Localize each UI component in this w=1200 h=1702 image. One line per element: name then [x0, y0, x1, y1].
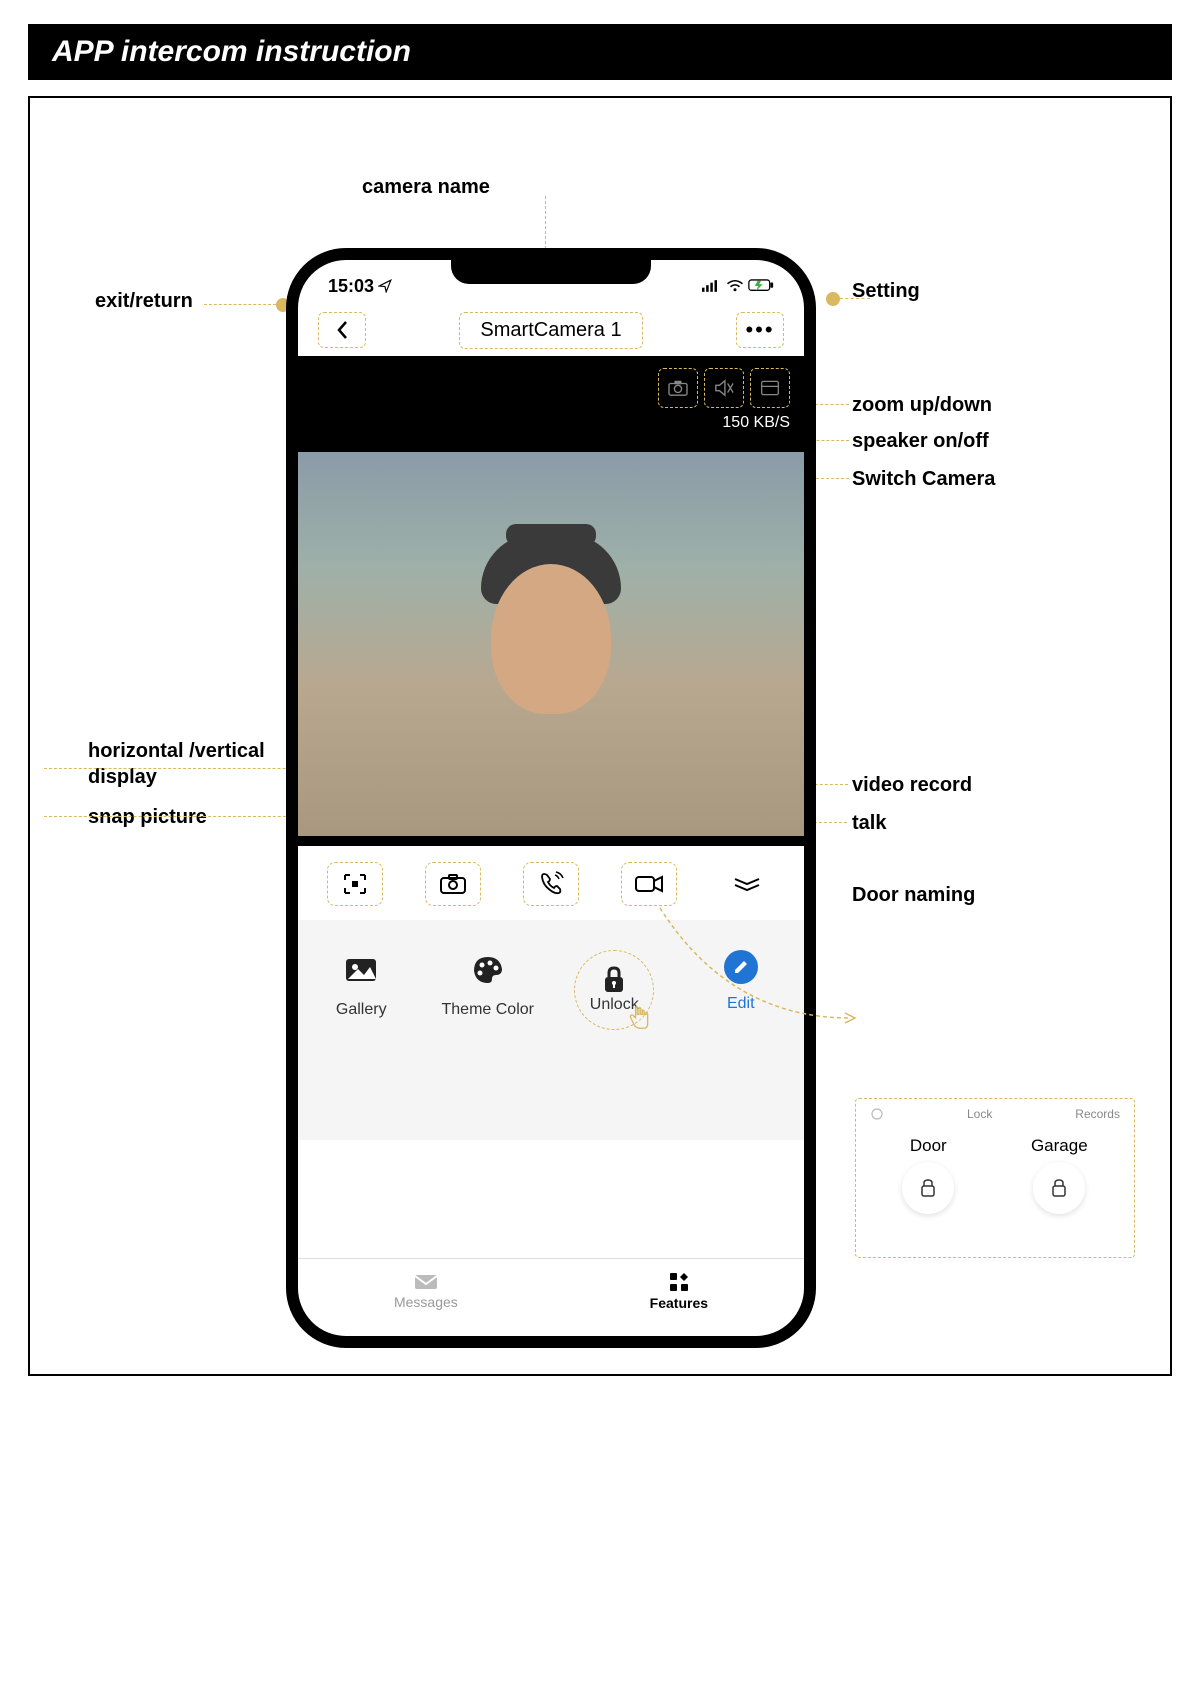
signal-icon — [702, 279, 722, 293]
callout-switch-camera: Switch Camera — [852, 468, 995, 491]
gallery-icon — [341, 950, 381, 990]
video-icon — [634, 874, 664, 894]
leader — [840, 298, 870, 299]
video-feed[interactable] — [298, 452, 804, 836]
lock-icon — [1050, 1178, 1068, 1198]
video-person — [451, 514, 651, 774]
video-record-button[interactable] — [621, 862, 677, 906]
callout-camera-name: camera name — [362, 176, 490, 199]
door-name-2: Garage — [1031, 1136, 1088, 1156]
callout-zoom: zoom up/down — [852, 394, 992, 417]
expand-button[interactable] — [719, 862, 775, 906]
theme-label: Theme Color — [442, 1000, 534, 1019]
phone-icon — [538, 871, 564, 897]
callout-setting: Setting — [852, 280, 920, 303]
features-label: Features — [650, 1295, 708, 1311]
callout-door-naming: Door naming — [852, 884, 975, 907]
page-title: APP intercom instruction — [52, 35, 411, 69]
callout-display: horizontal /vertical display — [88, 738, 288, 790]
status-time: 15:03 — [328, 276, 392, 297]
edit-icon — [724, 950, 758, 984]
lock-icon — [601, 965, 627, 995]
zoom-button[interactable] — [750, 368, 790, 408]
edit-item[interactable]: Edit — [691, 950, 791, 1140]
speaker-off-icon — [713, 378, 735, 398]
switch-camera-button[interactable] — [658, 368, 698, 408]
edit-label: Edit — [727, 994, 755, 1013]
nav-bar: SmartCamera 1 ••• — [298, 304, 804, 356]
battery-icon — [748, 279, 774, 293]
camera-icon — [667, 379, 689, 397]
messages-label: Messages — [394, 1294, 458, 1310]
door-back-icon[interactable] — [870, 1107, 884, 1124]
phone-notch — [451, 260, 651, 284]
door-item-2: Garage — [1031, 1136, 1088, 1214]
title-bar: APP intercom instruction — [28, 24, 1172, 80]
talk-button[interactable] — [523, 862, 579, 906]
leader — [204, 304, 276, 305]
door-row: Door Garage — [864, 1136, 1126, 1214]
lock-icon — [919, 1178, 937, 1198]
callout-speaker: speaker on/off — [852, 430, 989, 453]
gallery-item[interactable]: Gallery — [311, 950, 411, 1140]
feature-grid: Gallery Theme Color Unlock — [298, 920, 804, 1140]
dot — [826, 292, 840, 306]
snap-picture-button[interactable] — [425, 862, 481, 906]
unlock-item[interactable]: Unlock — [564, 950, 664, 1140]
door-unlock-button-2[interactable] — [1033, 1162, 1085, 1214]
callout-talk: talk — [852, 812, 886, 835]
door-unlock-button-1[interactable] — [902, 1162, 954, 1214]
chevron-stack-icon — [732, 876, 762, 892]
more-icon: ••• — [745, 317, 774, 343]
door-item-1: Door — [902, 1136, 954, 1214]
hand-cursor-icon — [626, 1004, 652, 1030]
door-tab-records[interactable]: Records — [1075, 1107, 1120, 1124]
door-naming-panel: Lock Records Door Garage — [855, 1098, 1135, 1258]
door-name-1: Door — [910, 1136, 947, 1156]
tab-bar: Messages Features — [298, 1258, 804, 1322]
door-tab-lock[interactable]: Lock — [967, 1107, 992, 1124]
fullscreen-icon — [760, 379, 780, 397]
phone-frame: 15:03 SmartCamera 1 ••• — [286, 248, 816, 1348]
status-time-text: 15:03 — [328, 276, 374, 297]
back-button[interactable] — [318, 312, 366, 348]
location-icon — [378, 279, 392, 293]
camera-title: SmartCamera 1 — [459, 312, 642, 349]
settings-button[interactable]: ••• — [736, 312, 784, 348]
display-orientation-button[interactable] — [327, 862, 383, 906]
callout-video-record: video record — [852, 774, 972, 797]
crop-icon — [342, 872, 368, 896]
video-overlay-icons — [658, 368, 790, 408]
status-icons — [702, 279, 774, 293]
speaker-button[interactable] — [704, 368, 744, 408]
grid-icon — [668, 1271, 690, 1293]
door-tabs: Lock Records — [864, 1107, 1126, 1130]
palette-icon — [468, 950, 508, 990]
callout-snap: snap picture — [88, 806, 207, 829]
gallery-label: Gallery — [336, 1000, 387, 1019]
tab-messages[interactable]: Messages — [394, 1272, 458, 1310]
chevron-left-icon — [335, 320, 349, 340]
content-frame: camera name exit/return Setting zoom up/… — [28, 96, 1172, 1376]
tab-features[interactable]: Features — [650, 1271, 708, 1311]
bitrate-label: 150 KB/S — [722, 414, 790, 432]
envelope-icon — [413, 1272, 439, 1292]
camera-icon — [439, 873, 467, 895]
wifi-icon — [726, 279, 744, 293]
action-bar — [298, 850, 804, 918]
theme-item[interactable]: Theme Color — [438, 950, 538, 1140]
video-area: 150 KB/S — [298, 356, 804, 846]
callout-exit: exit/return — [95, 290, 193, 313]
